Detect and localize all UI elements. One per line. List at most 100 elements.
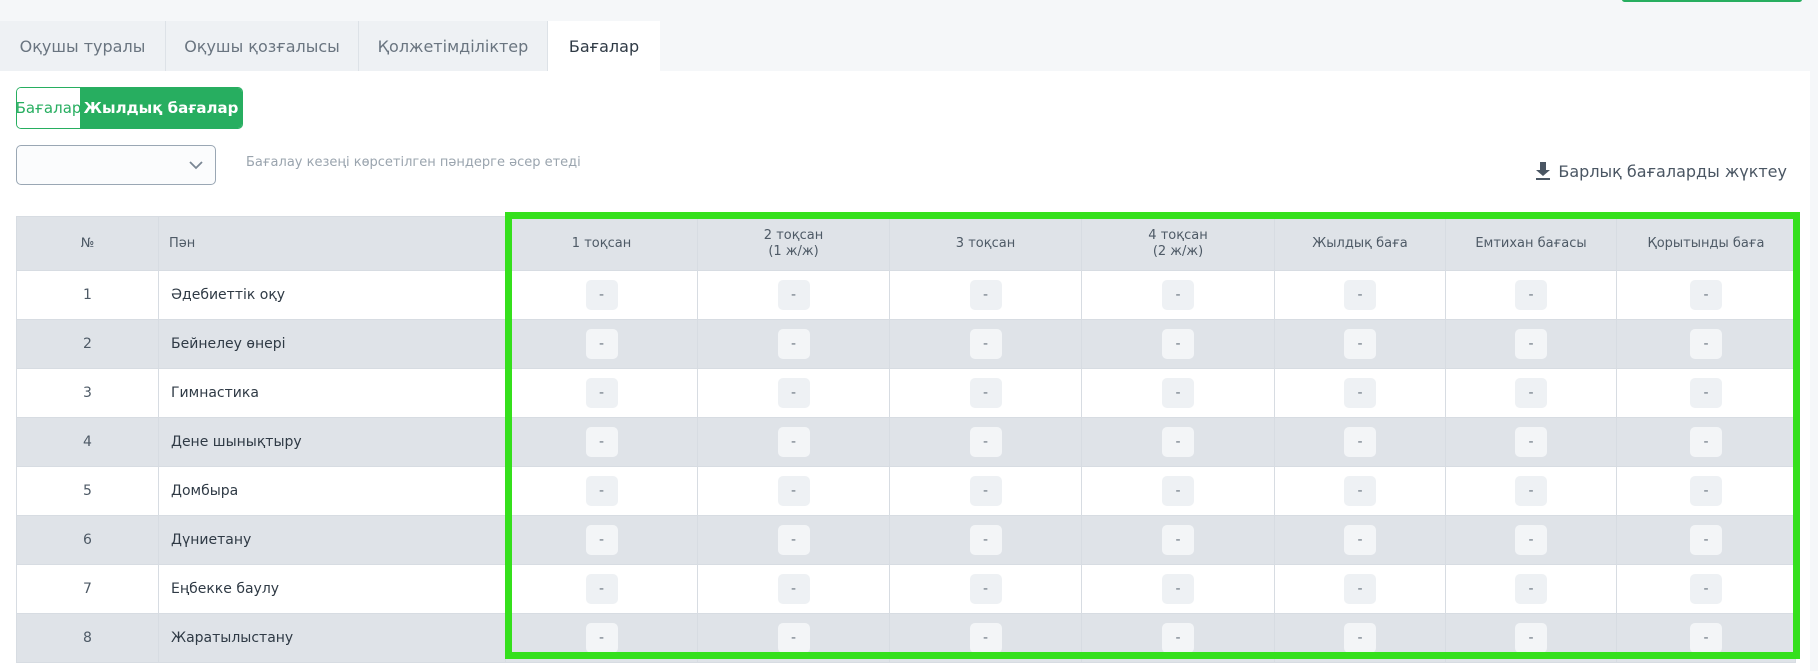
grade-chip[interactable]: - bbox=[1162, 427, 1194, 457]
header-q2-title: 2 тоқсан bbox=[763, 227, 824, 243]
grade-chip[interactable]: - bbox=[1344, 623, 1376, 653]
header-subject: Пән bbox=[158, 216, 506, 271]
toggle-grades-button[interactable]: Бағалар bbox=[17, 88, 81, 128]
grade-chip[interactable]: - bbox=[585, 280, 618, 310]
grade-cell: - bbox=[1081, 417, 1275, 467]
tab-student-movement[interactable]: Оқушы қозғалысы bbox=[166, 21, 359, 71]
grade-chip[interactable]: - bbox=[969, 574, 1002, 604]
row-number: 7 bbox=[16, 564, 159, 614]
grade-chip[interactable]: - bbox=[585, 623, 618, 653]
grade-chip[interactable]: - bbox=[1162, 623, 1194, 653]
grade-cell: - bbox=[1081, 564, 1275, 614]
tab-student-info[interactable]: Оқушы туралы bbox=[0, 21, 166, 71]
grade-cell: - bbox=[505, 417, 698, 467]
grade-cell: - bbox=[889, 613, 1082, 663]
grade-cell: - bbox=[1445, 466, 1617, 516]
grade-chip[interactable]: - bbox=[585, 574, 618, 604]
grade-chip[interactable]: - bbox=[1690, 427, 1722, 457]
grade-chip[interactable]: - bbox=[777, 378, 810, 408]
grade-chip[interactable]: - bbox=[969, 623, 1002, 653]
grade-chip[interactable]: - bbox=[585, 329, 618, 359]
grade-chip[interactable]: - bbox=[1162, 525, 1194, 555]
grade-cell: - bbox=[1081, 368, 1275, 418]
grade-chip[interactable]: - bbox=[1344, 574, 1376, 604]
header-exam: Емтихан бағасы bbox=[1445, 216, 1617, 271]
grade-chip[interactable]: - bbox=[1344, 525, 1376, 555]
grade-chip[interactable]: - bbox=[1344, 427, 1376, 457]
grade-chip[interactable]: - bbox=[1690, 280, 1722, 310]
download-all-grades-link[interactable]: Барлық бағаларды жүктеу bbox=[1534, 161, 1787, 181]
grade-chip[interactable]: - bbox=[969, 476, 1002, 506]
header-q3: 3 тоқсан bbox=[889, 216, 1082, 271]
grade-chip[interactable]: - bbox=[1515, 329, 1547, 359]
grade-chip[interactable]: - bbox=[1515, 623, 1547, 653]
grade-cell: - bbox=[889, 368, 1082, 418]
grade-cell: - bbox=[505, 270, 698, 320]
assessment-period-select[interactable] bbox=[16, 145, 216, 185]
row-number: 1 bbox=[16, 270, 159, 320]
grade-chip[interactable]: - bbox=[969, 427, 1002, 457]
grade-chip[interactable]: - bbox=[1515, 574, 1547, 604]
grade-chip[interactable]: - bbox=[777, 623, 810, 653]
grade-cell: - bbox=[1616, 466, 1796, 516]
row-number: 3 bbox=[16, 368, 159, 418]
grade-chip[interactable]: - bbox=[777, 329, 810, 359]
grade-chip[interactable]: - bbox=[777, 427, 810, 457]
grade-chip[interactable]: - bbox=[1344, 280, 1376, 310]
top-action-button-edge[interactable] bbox=[1622, 0, 1802, 2]
chevron-down-icon bbox=[189, 161, 203, 170]
grade-chip[interactable]: - bbox=[1162, 476, 1194, 506]
grade-chip[interactable]: - bbox=[777, 476, 810, 506]
grade-chip[interactable]: - bbox=[1515, 525, 1547, 555]
grade-chip[interactable]: - bbox=[1690, 329, 1722, 359]
subject-name: Әдебиеттік оқу bbox=[158, 270, 506, 320]
grade-chip[interactable]: - bbox=[1344, 329, 1376, 359]
grade-chip[interactable]: - bbox=[777, 525, 810, 555]
grade-chip[interactable]: - bbox=[969, 280, 1002, 310]
grade-chip[interactable]: - bbox=[1515, 378, 1547, 408]
grade-cell: - bbox=[889, 319, 1082, 369]
grade-cell: - bbox=[1616, 319, 1796, 369]
grade-cell: - bbox=[1616, 613, 1796, 663]
grade-chip[interactable]: - bbox=[585, 378, 618, 408]
grade-chip[interactable]: - bbox=[1344, 378, 1376, 408]
grade-chip[interactable]: - bbox=[1162, 574, 1194, 604]
grade-chip[interactable]: - bbox=[1515, 476, 1547, 506]
grade-cell: - bbox=[889, 270, 1082, 320]
grade-chip[interactable]: - bbox=[777, 280, 810, 310]
header-q4-title: 4 тоқсан bbox=[1148, 227, 1208, 243]
grade-chip[interactable]: - bbox=[585, 427, 618, 457]
grade-cell: - bbox=[505, 564, 698, 614]
grade-cell: - bbox=[1274, 270, 1446, 320]
grade-chip[interactable]: - bbox=[969, 378, 1002, 408]
toggle-annual-grades-button[interactable]: Жылдық бағалар bbox=[80, 88, 242, 128]
grade-chip[interactable]: - bbox=[1515, 427, 1547, 457]
grade-chip[interactable]: - bbox=[1162, 329, 1194, 359]
header-annual: Жылдық баға bbox=[1274, 216, 1446, 271]
grade-chip[interactable]: - bbox=[1690, 574, 1722, 604]
grade-chip[interactable]: - bbox=[585, 476, 618, 506]
grade-chip[interactable]: - bbox=[969, 525, 1002, 555]
grade-cell: - bbox=[697, 270, 890, 320]
grade-chip[interactable]: - bbox=[1690, 476, 1722, 506]
grade-chip[interactable]: - bbox=[1515, 280, 1547, 310]
tab-grades[interactable]: Бағалар bbox=[548, 21, 660, 71]
grade-chip[interactable]: - bbox=[1690, 525, 1722, 555]
grade-chip[interactable]: - bbox=[777, 574, 810, 604]
grade-chip[interactable]: - bbox=[585, 525, 618, 555]
grade-chip[interactable]: - bbox=[1690, 623, 1722, 653]
grade-chip[interactable]: - bbox=[1162, 378, 1194, 408]
tab-access[interactable]: Қолжетімділіктер bbox=[359, 21, 548, 71]
grade-cell: - bbox=[1445, 319, 1617, 369]
grade-chip[interactable]: - bbox=[1690, 378, 1722, 408]
grade-cell: - bbox=[1445, 270, 1617, 320]
subject-name: Дүниетану bbox=[158, 515, 506, 565]
grade-chip[interactable]: - bbox=[1162, 280, 1194, 310]
grades-table: № Пән 1 тоқсан 2 тоқсан (1 ж/ж) 3 тоқсан… bbox=[16, 216, 1796, 663]
row-number: 4 bbox=[16, 417, 159, 467]
table-row: 1 Әдебиеттік оқу - - - - - - - bbox=[16, 270, 1796, 320]
grade-chip[interactable]: - bbox=[1344, 476, 1376, 506]
grade-chip[interactable]: - bbox=[969, 329, 1002, 359]
grade-cell: - bbox=[1274, 515, 1446, 565]
subject-name: Гимнастика bbox=[158, 368, 506, 418]
